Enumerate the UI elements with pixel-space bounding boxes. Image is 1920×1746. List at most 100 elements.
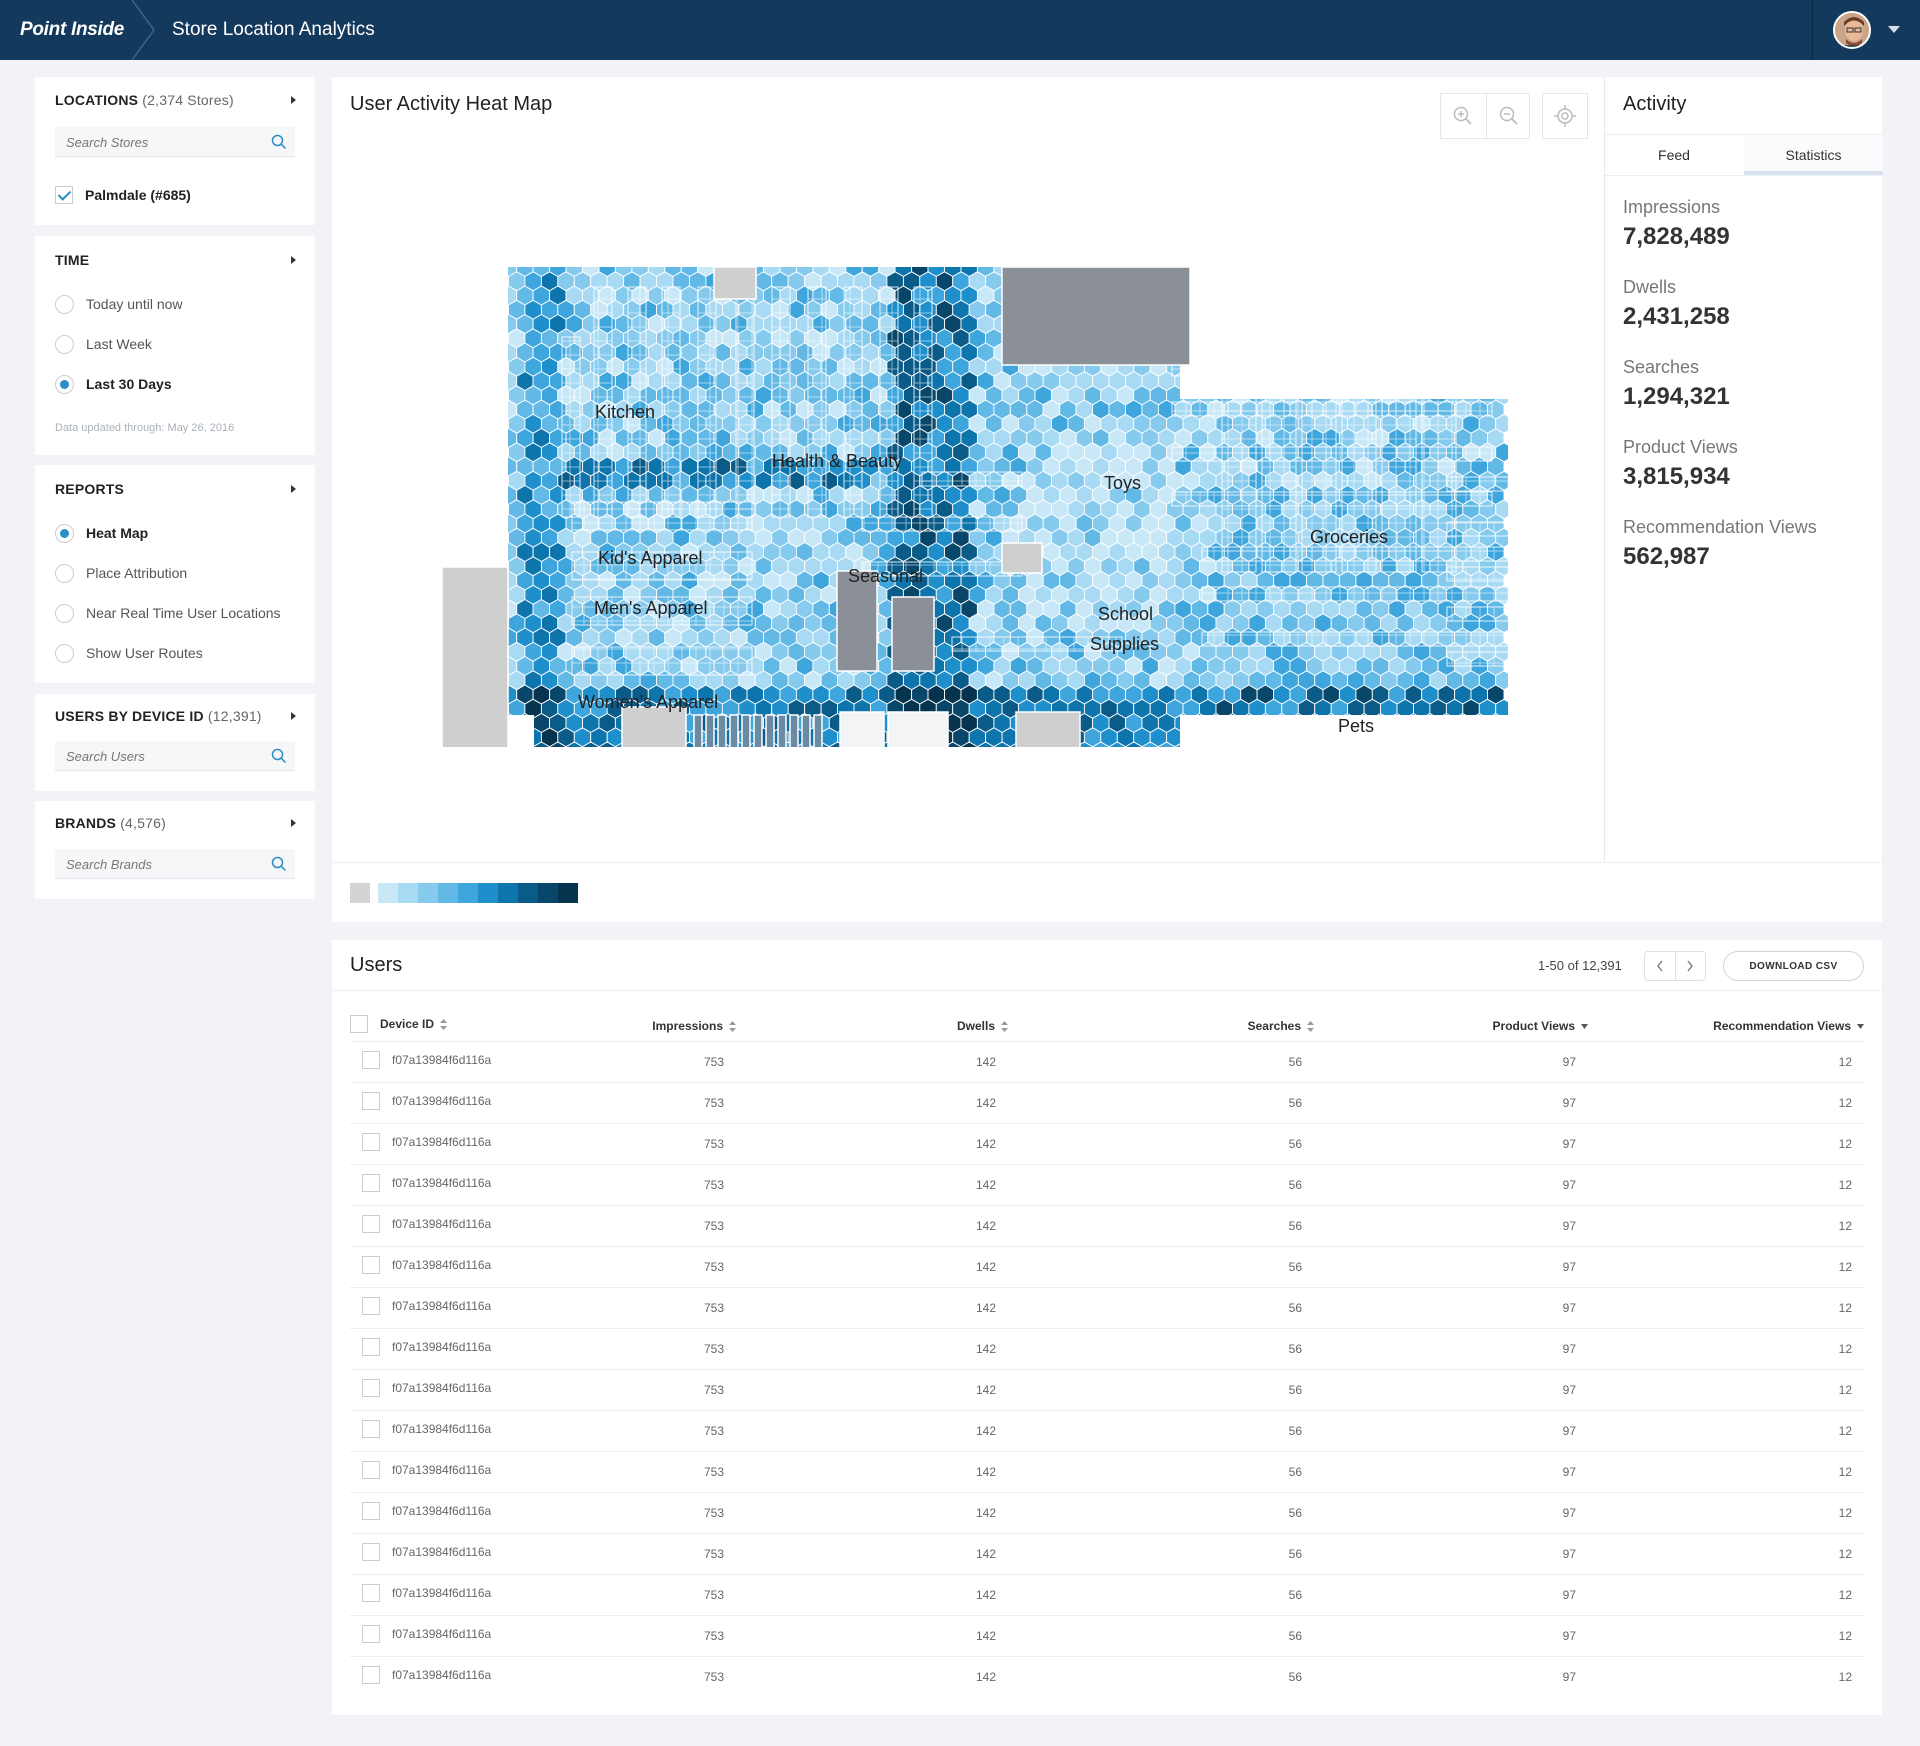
row-checkbox[interactable] — [362, 1420, 380, 1438]
expand-arrow-icon[interactable] — [291, 485, 296, 493]
table-row[interactable]: f07a13984f6d116a 753 142 56 97 12 — [350, 1491, 1864, 1533]
report-option-real-time-locations[interactable]: Near Real Time User Locations — [55, 603, 281, 623]
table-row[interactable]: f07a13984f6d116a 753 142 56 97 12 — [350, 1532, 1864, 1574]
table-row[interactable]: f07a13984f6d116a 753 142 56 97 12 — [350, 1040, 1864, 1082]
row-checkbox[interactable] — [362, 1379, 380, 1397]
heat-cell — [508, 698, 526, 719]
next-page-button[interactable] — [1674, 952, 1706, 980]
report-option-heat-map[interactable]: Heat Map — [55, 523, 148, 543]
row-checkbox[interactable] — [362, 1625, 380, 1643]
tab-feed[interactable]: Feed — [1605, 135, 1743, 175]
table-row[interactable]: f07a13984f6d116a 753 142 56 97 12 — [350, 1286, 1864, 1328]
row-checkbox[interactable] — [362, 1256, 380, 1274]
expand-arrow-icon[interactable] — [291, 712, 296, 720]
zoom-in-button[interactable] — [1441, 94, 1485, 138]
report-option-user-routes[interactable]: Show User Routes — [55, 643, 203, 663]
search-brands-field — [55, 849, 295, 879]
reports-heading[interactable]: REPORTS — [55, 481, 124, 497]
heat-cell — [516, 741, 534, 755]
expand-arrow-icon[interactable] — [291, 96, 296, 104]
store-heat-map[interactable]: Kitchen Health & Beauty Toys Groceries K… — [332, 187, 1602, 782]
users-by-device-heading[interactable]: USERS BY DEVICE ID (12,391) — [55, 708, 262, 724]
radio-button[interactable] — [55, 334, 74, 354]
heat-cell — [1322, 342, 1340, 363]
sort-icon — [1581, 1024, 1588, 1030]
heat-cell — [1215, 328, 1233, 349]
logo[interactable]: Point Inside — [20, 6, 140, 54]
heat-cell — [1388, 712, 1406, 734]
row-checkbox[interactable] — [362, 1461, 380, 1479]
heat-cell — [484, 372, 500, 391]
search-brands-input[interactable] — [55, 849, 255, 879]
radio-button-selected[interactable] — [55, 523, 74, 543]
radio-button[interactable] — [55, 643, 74, 663]
table-row[interactable]: f07a13984f6d116a 753 142 56 97 12 — [350, 1163, 1864, 1205]
time-option-last-week[interactable]: Last Week — [55, 334, 152, 354]
metric-cell: 12 — [1588, 1655, 1864, 1697]
col-device-id[interactable]: Device ID — [350, 1011, 560, 1041]
row-checkbox[interactable] — [362, 1502, 380, 1520]
brands-panel: BRANDS (4,576) — [35, 801, 315, 899]
metric-cell: 12 — [1588, 1204, 1864, 1246]
locate-control — [1542, 93, 1588, 139]
table-row[interactable]: f07a13984f6d116a 753 142 56 97 12 — [350, 1327, 1864, 1369]
heat-cell — [1240, 313, 1258, 335]
row-checkbox[interactable] — [362, 1584, 380, 1602]
time-option-today[interactable]: Today until now — [55, 294, 183, 314]
table-row[interactable]: f07a13984f6d116a 753 142 56 97 12 — [350, 1368, 1864, 1410]
row-checkbox[interactable] — [362, 1666, 380, 1685]
row-checkbox[interactable] — [362, 1543, 380, 1561]
download-csv-button[interactable]: DOWNLOAD CSV — [1723, 951, 1864, 981]
brands-heading[interactable]: BRANDS (4,576) — [55, 815, 166, 831]
search-icon[interactable] — [271, 134, 287, 150]
table-row[interactable]: f07a13984f6d116a 753 142 56 97 12 — [350, 1409, 1864, 1451]
time-heading[interactable]: TIME — [55, 252, 89, 268]
search-users-input[interactable] — [55, 741, 255, 771]
heat-cell — [1273, 313, 1291, 335]
col-impressions[interactable]: Impressions — [560, 1011, 736, 1041]
search-icon[interactable] — [271, 748, 287, 764]
locate-button[interactable] — [1543, 94, 1587, 138]
row-checkbox[interactable] — [362, 1215, 380, 1233]
col-recommendation-views[interactable]: Recommendation Views — [1588, 1011, 1864, 1041]
row-checkbox[interactable] — [362, 1174, 380, 1192]
radio-button[interactable] — [55, 603, 74, 623]
table-row[interactable]: f07a13984f6d116a 753 142 56 97 12 — [350, 1081, 1864, 1123]
expand-arrow-icon[interactable] — [291, 256, 296, 264]
col-dwells[interactable]: Dwells — [736, 1011, 1008, 1041]
table-row[interactable]: f07a13984f6d116a 753 142 56 97 12 — [350, 1450, 1864, 1492]
row-checkbox[interactable] — [362, 1133, 380, 1151]
time-option-last-30-days[interactable]: Last 30 Days — [55, 374, 172, 394]
row-checkbox[interactable] — [362, 1092, 380, 1110]
tab-statistics[interactable]: Statistics — [1744, 135, 1883, 175]
table-row[interactable]: f07a13984f6d116a 753 142 56 97 12 — [350, 1122, 1864, 1164]
row-checkbox[interactable] — [362, 1338, 380, 1356]
store-checkbox[interactable] — [55, 186, 73, 204]
table-row[interactable]: f07a13984f6d116a 753 142 56 97 12 — [350, 1614, 1864, 1656]
radio-button[interactable] — [55, 294, 74, 314]
store-checkbox-row[interactable]: Palmdale (#685) — [55, 185, 191, 205]
search-stores-input[interactable] — [55, 127, 255, 157]
heat-cell — [1256, 342, 1275, 363]
zoom-out-button[interactable] — [1486, 94, 1530, 138]
row-checkbox[interactable] — [362, 1297, 380, 1315]
table-row[interactable]: f07a13984f6d116a 753 142 56 97 12 — [350, 1245, 1864, 1287]
prev-page-button[interactable] — [1645, 952, 1675, 980]
col-searches[interactable]: Searches — [1008, 1011, 1314, 1041]
account-menu-caret-icon[interactable] — [1888, 26, 1900, 33]
table-row[interactable]: f07a13984f6d116a 753 142 56 97 12 — [350, 1204, 1864, 1246]
col-product-views[interactable]: Product Views — [1314, 1011, 1588, 1041]
heat-cell — [508, 527, 509, 548]
row-checkbox[interactable] — [362, 1051, 380, 1069]
user-avatar[interactable] — [1833, 11, 1871, 49]
radio-button[interactable] — [55, 563, 74, 583]
sort-icon — [1857, 1024, 1864, 1030]
table-row[interactable]: f07a13984f6d116a 753 142 56 97 12 — [350, 1573, 1864, 1615]
radio-button-selected[interactable] — [55, 374, 74, 394]
report-option-place-attribution[interactable]: Place Attribution — [55, 563, 187, 583]
locations-heading[interactable]: LOCATIONS (2,374 Stores) — [55, 92, 234, 108]
search-icon[interactable] — [271, 856, 287, 872]
expand-arrow-icon[interactable] — [291, 819, 296, 827]
table-row[interactable]: f07a13984f6d116a 753 142 56 97 12 — [350, 1655, 1864, 1697]
select-all-checkbox[interactable] — [350, 1015, 368, 1034]
